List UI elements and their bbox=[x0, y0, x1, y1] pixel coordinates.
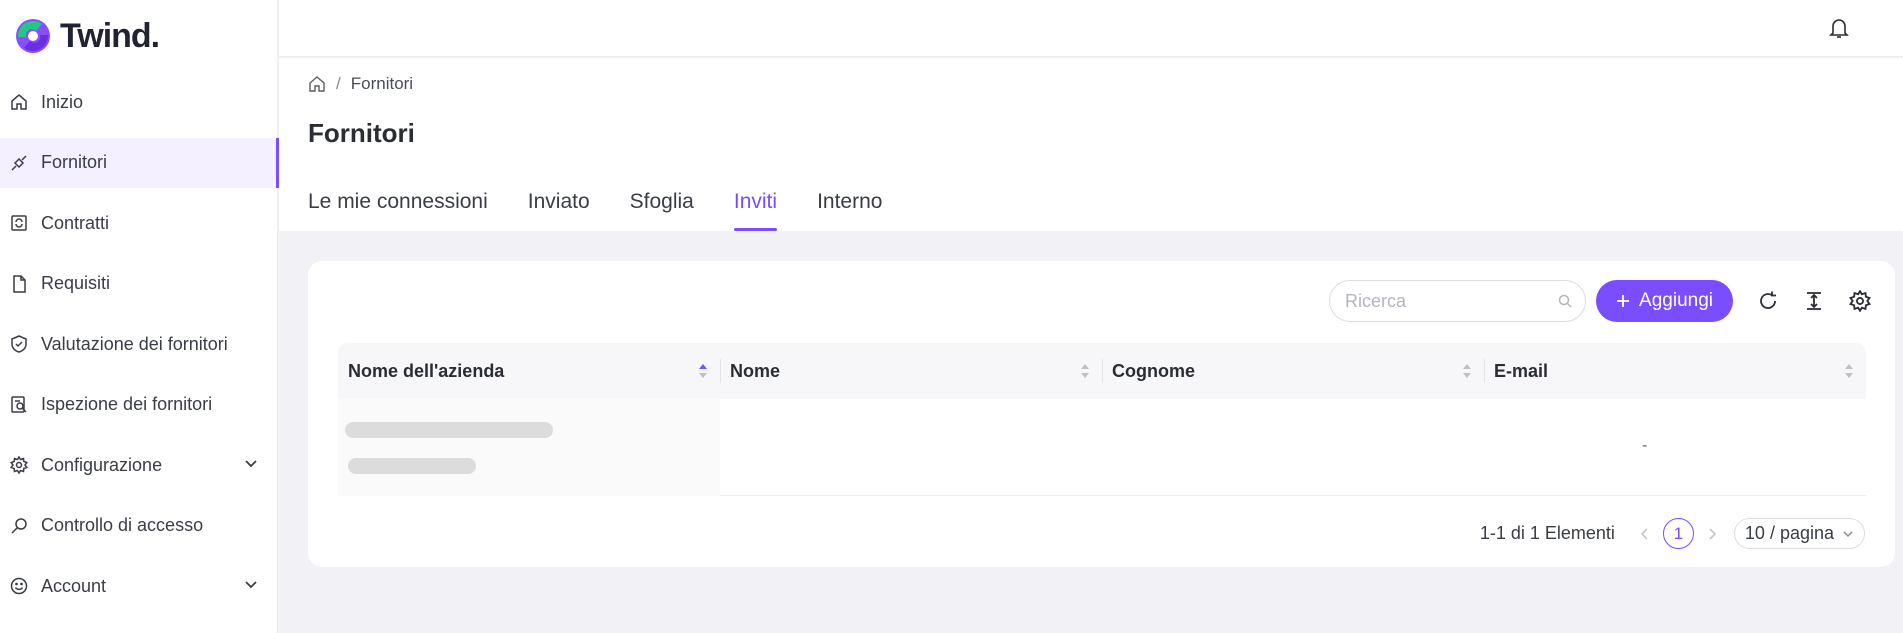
search-icon bbox=[1558, 294, 1572, 308]
sidebar-item-label: Configurazione bbox=[41, 454, 163, 475]
invites-table: Nome dell'azienda Nome Cognome E-mail - bbox=[338, 343, 1866, 496]
tab-sfoglia[interactable]: Sfoglia bbox=[630, 188, 694, 231]
contract-icon bbox=[11, 215, 27, 231]
gear-icon bbox=[10, 456, 28, 474]
cell-email: - bbox=[1484, 399, 1866, 496]
document-icon bbox=[13, 274, 26, 293]
cell-nome bbox=[720, 399, 1102, 496]
pagination: 1-1 di 1 Elementi 1 10 / pagina bbox=[1480, 518, 1865, 549]
chevron-down-icon bbox=[1843, 530, 1853, 537]
sidebar-item-requisiti[interactable]: Requisiti bbox=[0, 259, 278, 309]
sidebar-item-contratti[interactable]: Contratti bbox=[0, 198, 278, 248]
key-icon bbox=[11, 517, 27, 534]
brand-logo[interactable]: Twind. bbox=[12, 14, 160, 58]
sort-icon bbox=[699, 364, 707, 378]
sidebar-item-label: Contratti bbox=[41, 212, 110, 233]
tab-le-mie-connessioni[interactable]: Le mie connessioni bbox=[308, 188, 488, 231]
email-value: - bbox=[1642, 437, 1648, 454]
sidebar-item-valutazione[interactable]: Valutazione dei fornitori bbox=[0, 319, 278, 369]
tab-interno[interactable]: Interno bbox=[817, 188, 882, 231]
page-header: / Fornitori Fornitori Le mie connessioni… bbox=[279, 58, 1903, 231]
sidebar-item-fornitori[interactable]: Fornitori bbox=[0, 137, 279, 188]
add-button[interactable]: Aggiungi bbox=[1596, 280, 1733, 322]
smiley-icon bbox=[10, 577, 28, 595]
sidebar-item-label: Ispezione dei fornitori bbox=[41, 394, 213, 414]
cell-cognome bbox=[1102, 399, 1484, 496]
pagination-total: 1-1 di 1 Elementi bbox=[1479, 523, 1615, 543]
page-number[interactable]: 1 bbox=[1662, 518, 1694, 549]
sidebar-item-ispezione[interactable]: Ispezione dei fornitori bbox=[0, 380, 278, 430]
breadcrumb-separator: / bbox=[336, 74, 341, 93]
home-icon[interactable] bbox=[308, 75, 326, 93]
search-input[interactable] bbox=[1329, 280, 1587, 322]
breadcrumb-current: Fornitori bbox=[350, 74, 414, 93]
sidebar-item-label: Controllo di accesso bbox=[41, 515, 204, 535]
sidebar-item-label: Inizio bbox=[41, 91, 84, 112]
chevron-down-icon bbox=[245, 460, 257, 468]
home-icon bbox=[11, 94, 27, 110]
sidebar-item-label: Valutazione dei fornitori bbox=[41, 333, 228, 354]
sort-icon bbox=[1081, 364, 1089, 378]
column-header-azienda[interactable]: Nome dell'azienda bbox=[338, 343, 720, 399]
page-size-value: 10 / pagina bbox=[1744, 523, 1834, 543]
sidebar-item-configurazione[interactable]: Configurazione bbox=[0, 440, 278, 490]
redacted-text bbox=[348, 458, 476, 474]
search-box bbox=[1329, 280, 1587, 322]
gear-icon[interactable] bbox=[1849, 290, 1871, 312]
sidebar-item-label: Account bbox=[41, 575, 107, 596]
sidebar: Twind. Inizio Fornitori Contratti Requis… bbox=[0, 0, 279, 633]
column-header-cognome[interactable]: Cognome bbox=[1102, 343, 1484, 399]
row-height-icon[interactable] bbox=[1803, 290, 1825, 312]
tab-bar: Le mie connessioni Inviato Sfoglia Invit… bbox=[308, 188, 922, 231]
sort-icon bbox=[1845, 364, 1853, 378]
sidebar-item-controllo-accesso[interactable]: Controllo di accesso bbox=[0, 501, 278, 551]
table-body: - bbox=[338, 399, 1866, 496]
link-icon bbox=[11, 154, 27, 171]
column-label: Cognome bbox=[1112, 360, 1195, 381]
plus-icon bbox=[1617, 295, 1630, 307]
column-label: Nome dell'azienda bbox=[348, 360, 505, 381]
page-title: Fornitori bbox=[308, 118, 415, 148]
top-bar bbox=[279, 0, 1903, 57]
tab-inviti[interactable]: Inviti bbox=[733, 188, 778, 231]
sort-icon bbox=[1463, 364, 1471, 378]
sidebar-nav: Inizio Fornitori Contratti Requisiti Val… bbox=[0, 77, 279, 622]
cell-azienda bbox=[338, 399, 720, 496]
column-label: Nome bbox=[730, 360, 781, 381]
shield-check-icon bbox=[11, 335, 27, 353]
table-header: Nome dell'azienda Nome Cognome E-mail bbox=[338, 343, 1866, 399]
chevron-down-icon bbox=[245, 581, 257, 589]
table-toolbar: Aggiungi bbox=[1329, 280, 1895, 322]
content-card: Aggiungi Nome dell'azienda Nome Cognome … bbox=[308, 261, 1895, 567]
column-label: E-mail bbox=[1494, 360, 1549, 381]
sidebar-item-account[interactable]: Account bbox=[0, 561, 278, 611]
sidebar-item-inizio[interactable]: Inizio bbox=[0, 77, 278, 127]
column-header-email[interactable]: E-mail bbox=[1484, 343, 1866, 399]
sidebar-item-label: Requisiti bbox=[41, 273, 111, 293]
tab-inviato[interactable]: Inviato bbox=[528, 188, 590, 231]
refresh-icon[interactable] bbox=[1757, 290, 1779, 312]
redacted-text bbox=[345, 422, 553, 438]
inspection-icon bbox=[11, 395, 27, 413]
twind-logo-icon bbox=[16, 19, 50, 53]
add-button-label: Aggiungi bbox=[1639, 290, 1713, 311]
brand-name: Twind. bbox=[60, 16, 160, 55]
column-header-nome[interactable]: Nome bbox=[720, 343, 1102, 399]
page-size-select[interactable]: 10 / pagina bbox=[1733, 518, 1865, 549]
sidebar-item-label: Fornitori bbox=[41, 152, 108, 172]
table-row[interactable]: - bbox=[338, 399, 1866, 496]
breadcrumb: / Fornitori bbox=[308, 74, 413, 94]
bell-icon[interactable] bbox=[1829, 17, 1849, 39]
chevron-left-icon[interactable] bbox=[1637, 526, 1653, 542]
chevron-right-icon[interactable] bbox=[1704, 526, 1720, 542]
